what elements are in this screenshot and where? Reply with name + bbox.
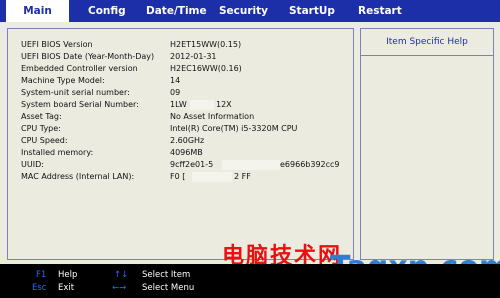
select-menu-label: Select Menu bbox=[142, 283, 195, 293]
f1-key-icon: F1 bbox=[36, 270, 47, 280]
info-value-machine-type: 14 bbox=[170, 76, 181, 85]
info-value-board-serial: 1LW bbox=[170, 100, 187, 109]
tab-security[interactable]: Security bbox=[219, 0, 268, 22]
up-down-arrows-icon: ↑↓ bbox=[114, 270, 129, 280]
info-value-mac-address: F0 [ bbox=[170, 172, 186, 181]
info-value-bios-version: H2ET15WW(0.15) bbox=[170, 40, 242, 49]
info-value-unit-serial: 09 bbox=[170, 88, 181, 97]
key-help-bar: F1 Help ↑↓ Select Item Esc Exit ←→ Selec… bbox=[0, 264, 500, 298]
info-label-asset-tag: Asset Tag: bbox=[21, 112, 62, 121]
tab-startup[interactable]: StartUp bbox=[289, 0, 335, 22]
info-value-cpu-speed: 2.60GHz bbox=[170, 136, 205, 145]
info-value-ec-version: H2EC16WW(0.16) bbox=[170, 64, 242, 73]
redaction-block bbox=[222, 160, 280, 170]
info-value-board-serial-tail: 12X bbox=[216, 100, 232, 109]
info-value-uuid: 9cff2e01-5 bbox=[170, 160, 214, 169]
info-value-bios-date: 2012-01-31 bbox=[170, 52, 217, 61]
info-label-cpu-speed: CPU Speed: bbox=[21, 136, 68, 145]
select-item-label: Select Item bbox=[142, 270, 191, 280]
info-value-asset-tag: No Asset Information bbox=[170, 112, 255, 121]
info-label-mac-address: MAC Address (Internal LAN): bbox=[21, 172, 135, 181]
info-label-machine-type: Machine Type Model: bbox=[21, 76, 105, 85]
info-value-cpu-type: Intel(R) Core(TM) i5-3320M CPU bbox=[170, 124, 298, 133]
tab-main[interactable]: Main bbox=[6, 0, 69, 22]
tab-date-time[interactable]: Date/Time bbox=[146, 0, 207, 22]
info-value-uuid-tail: e6966b392cc9 bbox=[280, 160, 340, 169]
info-value-mac-address-tail: 2 FF bbox=[234, 172, 251, 181]
bios-screen: Main Config Date/Time Security StartUp R… bbox=[0, 0, 500, 298]
redaction-block bbox=[190, 100, 214, 110]
esc-key-icon: Esc bbox=[32, 283, 47, 293]
info-label-bios-date: UEFI BIOS Date (Year-Month-Day) bbox=[21, 52, 155, 61]
info-value-memory: 4096MB bbox=[170, 148, 203, 157]
info-label-board-serial: System board Serial Number: bbox=[21, 100, 139, 109]
help-title: Item Specific Help bbox=[361, 29, 493, 56]
info-label-bios-version: UEFI BIOS Version bbox=[21, 40, 93, 49]
left-right-arrows-icon: ←→ bbox=[112, 283, 127, 293]
system-info-panel: UEFI BIOS Version H2ET15WW(0.15) UEFI BI… bbox=[7, 28, 354, 260]
redaction-block bbox=[192, 172, 232, 182]
exit-key-label: Exit bbox=[58, 283, 75, 293]
tab-bar: Main Config Date/Time Security StartUp R… bbox=[0, 0, 500, 22]
help-key-label: Help bbox=[58, 270, 78, 280]
info-label-ec-version: Embedded Controller version bbox=[21, 64, 138, 73]
info-label-cpu-type: CPU Type: bbox=[21, 124, 61, 133]
tab-restart[interactable]: Restart bbox=[358, 0, 402, 22]
info-label-uuid: UUID: bbox=[21, 160, 44, 169]
info-label-memory: Installed memory: bbox=[21, 148, 94, 157]
tab-config[interactable]: Config bbox=[88, 0, 126, 22]
item-help-panel: Item Specific Help bbox=[360, 28, 494, 260]
info-label-unit-serial: System-unit serial number: bbox=[21, 88, 130, 97]
